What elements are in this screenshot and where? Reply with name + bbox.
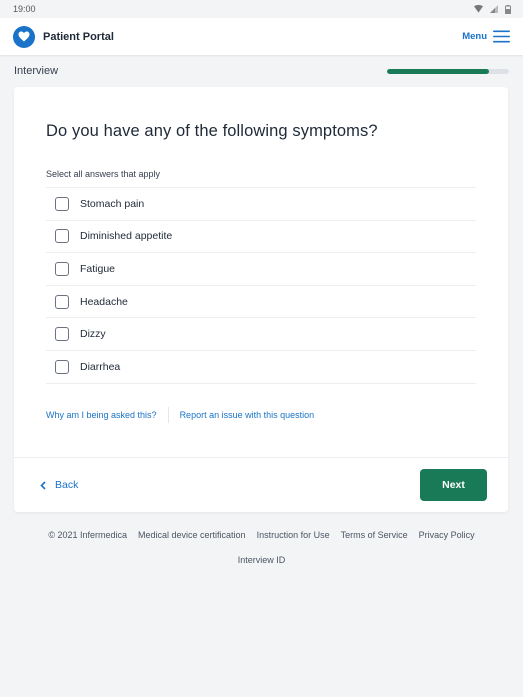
footer-link-terms[interactable]: Terms of Service [341, 530, 408, 540]
progress-row: Interview [0, 55, 523, 87]
footer-link-instructions[interactable]: Instruction for Use [257, 530, 330, 540]
option-label: Stomach pain [80, 197, 145, 210]
progress-bar [387, 68, 509, 74]
checkbox[interactable] [55, 261, 69, 276]
help-links: Why am I being asked this? Report an iss… [46, 406, 476, 423]
why-asked-link[interactable]: Why am I being asked this? [46, 410, 157, 420]
hamburger-icon [493, 30, 510, 43]
chevron-left-icon [40, 480, 46, 490]
report-issue-link[interactable]: Report an issue with this question [180, 410, 315, 420]
footer-link-privacy[interactable]: Privacy Policy [419, 530, 475, 540]
next-button[interactable]: Next [420, 469, 487, 501]
divider [167, 406, 169, 423]
checkbox[interactable] [55, 294, 69, 309]
brand-name: Patient Portal [43, 30, 114, 43]
battery-icon [505, 4, 511, 14]
question-title: Do you have any of the following symptom… [46, 122, 378, 140]
menu-button[interactable]: Menu [462, 30, 510, 43]
wifi-icon [474, 5, 483, 13]
option-label: Diminished appetite [80, 230, 173, 243]
app-header: Patient Portal Menu [0, 18, 523, 55]
symptom-option[interactable]: Stomach pain [46, 188, 476, 221]
footer-links: © 2021 Infermedica Medical device certif… [0, 530, 523, 540]
checkbox[interactable] [55, 229, 69, 244]
option-label: Headache [80, 295, 128, 308]
option-label: Dizzy [80, 328, 106, 341]
symptom-option[interactable]: Diarrhea [46, 351, 476, 384]
symptom-option[interactable]: Dizzy [46, 318, 476, 351]
symptom-option[interactable]: Headache [46, 286, 476, 319]
menu-label: Menu [462, 31, 487, 42]
symptom-option[interactable]: Diminished appetite [46, 221, 476, 254]
copyright: © 2021 Infermedica [48, 530, 128, 540]
option-label: Fatigue [80, 262, 116, 275]
back-button[interactable]: Back [40, 479, 78, 491]
symptom-option[interactable]: Fatigue [46, 253, 476, 286]
brand[interactable]: Patient Portal [13, 25, 114, 48]
checkbox[interactable] [55, 196, 69, 211]
back-label: Back [55, 479, 79, 491]
footer-link-certification[interactable]: Medical device certification [138, 530, 246, 540]
status-icons [474, 4, 511, 14]
question-hint: Select all answers that apply [46, 169, 161, 179]
progress-bar-fill [387, 68, 490, 74]
question-card: Do you have any of the following symptom… [14, 87, 508, 512]
checkbox[interactable] [55, 359, 69, 374]
clock: 19:00 [13, 4, 36, 14]
signal-icon [490, 5, 498, 13]
symptom-options-list: Stomach pain Diminished appetite Fatigue… [46, 187, 476, 384]
card-footer: Back Next [14, 457, 508, 512]
progress-label: Interview [14, 65, 59, 77]
option-label: Diarrhea [80, 360, 121, 373]
heart-logo-icon [13, 25, 35, 48]
interview-id: Interview ID [237, 555, 286, 565]
checkbox[interactable] [55, 327, 69, 342]
status-bar: 19:00 [0, 0, 523, 18]
